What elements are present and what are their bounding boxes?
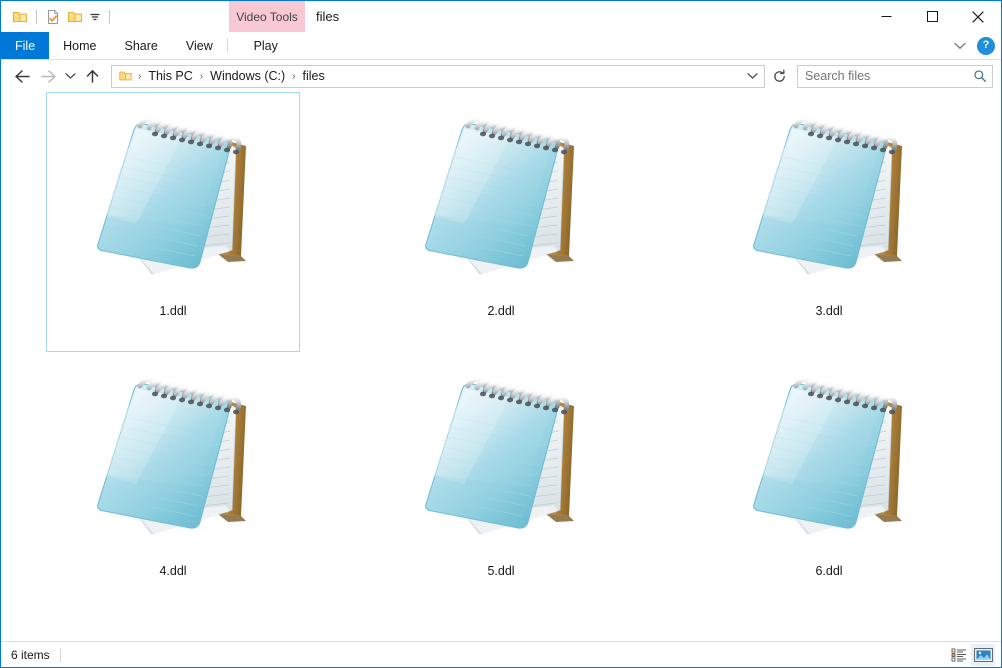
breadcrumb-item-windows-c[interactable]: Windows (C:) <box>206 67 289 85</box>
file-item-label: 1.ddl <box>159 304 187 318</box>
notepad-icon <box>75 101 271 297</box>
details-view-button[interactable] <box>947 644 971 666</box>
file-item-4[interactable]: 4.ddl <box>46 352 300 612</box>
file-item-6[interactable]: 6.ddl <box>702 352 956 612</box>
contextual-tab-header: Video Tools <box>229 1 305 32</box>
breadcrumb-separator-2[interactable]: › <box>289 71 298 82</box>
qat-separator-2 <box>109 9 110 24</box>
close-button[interactable] <box>955 1 1001 32</box>
breadcrumb-item-files[interactable]: files <box>299 67 329 85</box>
address-dropdown-chevron-icon[interactable] <box>742 66 762 87</box>
recent-locations-chevron-icon[interactable] <box>61 63 79 89</box>
notepad-icon <box>731 361 927 557</box>
customize-chevron-icon[interactable] <box>86 6 104 28</box>
forward-button[interactable] <box>35 63 61 89</box>
status-bar: 6 items <box>1 641 1001 667</box>
search-box[interactable] <box>797 64 993 88</box>
file-item-label: 3.ddl <box>815 304 843 318</box>
item-count-label: 6 items <box>11 647 50 662</box>
file-item-label: 4.ddl <box>159 564 187 578</box>
file-explorer-window: Video Tools files File Home Share View P… <box>0 0 1002 668</box>
properties-icon[interactable] <box>42 6 64 28</box>
breadcrumb-separator-0: › <box>138 70 142 82</box>
icon-grid: 1.ddl 2.ddl 3.ddl 4.ddl 5.ddl 6.ddl <box>1 92 1001 612</box>
title-bar: Video Tools files <box>1 1 1001 32</box>
notepad-icon <box>731 101 927 297</box>
address-bar: › This PC › Windows (C:) › files <box>1 60 1001 92</box>
file-item-5[interactable]: 5.ddl <box>374 352 628 612</box>
file-item-2[interactable]: 2.ddl <box>374 92 628 352</box>
breadcrumb-folder-icon <box>117 68 133 84</box>
chevron-down-icon[interactable] <box>951 37 969 55</box>
qat-separator <box>36 9 37 24</box>
large-icons-view-button[interactable] <box>971 643 995 666</box>
file-item-label: 5.ddl <box>487 564 515 578</box>
tab-home[interactable]: Home <box>49 32 110 59</box>
breadcrumb-bar[interactable]: › This PC › Windows (C:) › files <box>111 64 765 88</box>
quick-access-toolbar <box>1 1 115 32</box>
help-icon[interactable]: ? <box>977 36 995 55</box>
tab-view[interactable]: View <box>172 32 227 59</box>
breadcrumb-separator-1[interactable]: › <box>197 71 206 82</box>
ribbon-tab-strip: File Home Share View Play ? <box>1 32 1001 60</box>
notepad-icon <box>75 361 271 557</box>
status-separator <box>59 647 61 662</box>
window-title: files <box>316 9 340 24</box>
ribbon-right-controls: ? <box>951 32 995 59</box>
tab-share[interactable]: Share <box>111 32 172 59</box>
notepad-icon <box>403 101 599 297</box>
breadcrumb-item-this-pc[interactable]: This PC <box>144 67 196 85</box>
search-icon[interactable] <box>972 68 988 84</box>
search-input[interactable] <box>805 69 972 83</box>
tab-file[interactable]: File <box>1 32 50 59</box>
tab-play[interactable]: Play <box>228 32 304 59</box>
file-item-1[interactable]: 1.ddl <box>46 92 300 352</box>
file-list-view[interactable]: 1.ddl 2.ddl 3.ddl 4.ddl 5.ddl 6.ddl <box>1 92 1001 641</box>
maximize-button[interactable] <box>909 1 955 32</box>
back-button[interactable] <box>9 63 35 89</box>
minimize-button[interactable] <box>863 1 909 32</box>
up-button[interactable] <box>79 63 105 89</box>
file-item-3[interactable]: 3.ddl <box>702 92 956 352</box>
caption-buttons <box>863 1 1001 32</box>
notepad-icon <box>403 361 599 557</box>
file-item-label: 6.ddl <box>815 564 843 578</box>
file-item-label: 2.ddl <box>487 304 515 318</box>
new-folder-icon[interactable] <box>64 6 86 28</box>
system-menu-folder-icon[interactable] <box>9 6 31 28</box>
refresh-icon[interactable] <box>767 65 791 88</box>
